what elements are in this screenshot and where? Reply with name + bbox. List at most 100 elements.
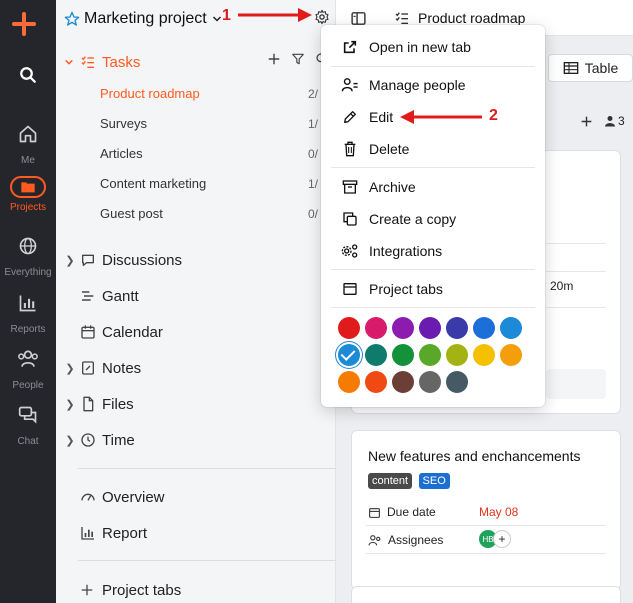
menu-archive[interactable]: Archive: [321, 173, 545, 201]
color-swatch[interactable]: [419, 371, 441, 393]
nav-notes[interactable]: ❯ Notes: [64, 358, 141, 378]
color-swatch[interactable]: [446, 317, 468, 339]
task-list-surveys[interactable]: Surveys: [100, 116, 147, 131]
left-rail: Me Projects Everything Reports People Ch…: [0, 0, 56, 603]
nav-report[interactable]: Report: [64, 523, 147, 543]
plus-icon[interactable]: [580, 115, 593, 128]
chevron-down-icon[interactable]: [64, 57, 74, 67]
add-project-tabs[interactable]: Project tabs: [64, 580, 181, 600]
folder-icon: [21, 182, 35, 193]
folder-pill: [10, 176, 46, 198]
sidebar-divider: [78, 468, 336, 469]
add-assignee-button[interactable]: +: [493, 530, 511, 548]
task-list-count: 2/: [308, 87, 319, 101]
rail-chat[interactable]: Chat: [0, 405, 56, 447]
task-list-count: 1/: [308, 117, 319, 131]
menu-separator: [331, 269, 535, 270]
clock-icon: [80, 432, 98, 448]
color-swatch[interactable]: [419, 344, 441, 366]
task-list-product-roadmap[interactable]: Product roadmap: [100, 86, 200, 101]
menu-item-label: Open in new tab: [369, 39, 471, 55]
task-card[interactable]: [351, 586, 621, 603]
notes-icon: [80, 360, 98, 376]
due-date-value[interactable]: May 08: [479, 505, 518, 519]
nav-files[interactable]: ❯ Files: [64, 394, 133, 414]
color-swatch[interactable]: [392, 371, 414, 393]
color-swatch[interactable]: [500, 317, 522, 339]
color-swatch[interactable]: [500, 344, 522, 366]
chevron-right-icon[interactable]: ❯: [64, 434, 76, 447]
color-swatch[interactable]: [365, 344, 387, 366]
nav-label: Gantt: [102, 287, 139, 305]
rail-search[interactable]: [0, 66, 56, 89]
color-swatch[interactable]: [338, 317, 360, 339]
rail-people[interactable]: People: [0, 349, 56, 391]
rail-projects[interactable]: Projects: [0, 176, 56, 213]
task-list-articles[interactable]: Articles: [100, 146, 143, 161]
color-swatch[interactable]: [473, 344, 495, 366]
color-swatch[interactable]: [338, 371, 360, 393]
menu-open-in-new-tab[interactable]: Open in new tab: [321, 33, 545, 61]
chevron-right-icon[interactable]: ❯: [64, 398, 76, 411]
bar-chart-icon: [19, 295, 36, 312]
color-swatch[interactable]: [446, 344, 468, 366]
chevron-right-icon[interactable]: ❯: [64, 362, 76, 375]
menu-separator: [331, 167, 535, 168]
task-card[interactable]: New features and enchancements content S…: [351, 430, 621, 590]
nav-gantt[interactable]: Gantt: [64, 286, 139, 306]
tag-seo[interactable]: SEO: [418, 473, 450, 489]
create-plus-icon[interactable]: [12, 12, 36, 36]
card-divider: [546, 243, 606, 244]
plus-icon[interactable]: [267, 52, 281, 66]
color-swatch[interactable]: [338, 344, 360, 366]
integrations-icon: [341, 242, 359, 260]
chevron-down-icon[interactable]: [211, 13, 223, 25]
color-swatch[interactable]: [365, 371, 387, 393]
menu-integrations[interactable]: Integrations: [321, 237, 545, 265]
menu-separator: [331, 66, 535, 67]
nav-time[interactable]: ❯ Time: [64, 430, 134, 450]
people-count[interactable]: 3: [604, 114, 625, 128]
color-swatch[interactable]: [392, 344, 414, 366]
rail-me[interactable]: Me: [0, 124, 56, 166]
tag-content[interactable]: content: [368, 473, 413, 489]
external-link-icon: [341, 38, 359, 56]
menu-manage-people[interactable]: Manage people: [321, 71, 545, 99]
star-icon[interactable]: [64, 11, 80, 27]
nav-label: Overview: [102, 488, 165, 506]
rail-label: Me: [21, 155, 35, 166]
chevron-right-icon[interactable]: ❯: [64, 254, 76, 267]
rail-everything[interactable]: Everything: [0, 236, 56, 278]
filter-icon[interactable]: [291, 52, 305, 66]
annotation-step-1: 1: [222, 7, 231, 24]
project-header[interactable]: Marketing project: [64, 8, 223, 30]
table-icon: [563, 62, 579, 74]
card-divider: [366, 525, 606, 526]
tasks-section-header[interactable]: Tasks: [64, 52, 329, 72]
menu-delete[interactable]: Delete: [321, 135, 545, 163]
nav-label: Report: [102, 524, 148, 542]
rail-label: Projects: [9, 202, 47, 213]
color-swatch[interactable]: [365, 317, 387, 339]
card-footer: [546, 369, 606, 399]
menu-create-copy[interactable]: Create a copy: [321, 205, 545, 233]
sidebar-divider: [78, 560, 336, 561]
color-swatch[interactable]: [473, 317, 495, 339]
task-list-guest-post[interactable]: Guest post: [100, 206, 163, 221]
nav-overview[interactable]: Overview: [64, 487, 165, 507]
menu-project-tabs[interactable]: Project tabs: [321, 275, 545, 303]
color-swatch[interactable]: [392, 317, 414, 339]
project-sidebar: Marketing project Tasks Product roadmap …: [56, 0, 336, 603]
task-list-content-marketing[interactable]: Content marketing: [100, 176, 206, 191]
color-swatch[interactable]: [419, 317, 441, 339]
home-icon: [19, 125, 37, 143]
table-view-button[interactable]: Table: [548, 54, 633, 82]
calendar-icon: [80, 324, 98, 340]
color-swatch[interactable]: [446, 371, 468, 393]
rail-reports[interactable]: Reports: [0, 293, 56, 335]
assignees-label: Assignees: [388, 533, 444, 547]
person-icon: [605, 116, 615, 127]
gear-icon[interactable]: [314, 9, 330, 25]
nav-discussions[interactable]: ❯ Discussions: [64, 250, 182, 270]
nav-calendar[interactable]: Calendar: [64, 322, 163, 342]
